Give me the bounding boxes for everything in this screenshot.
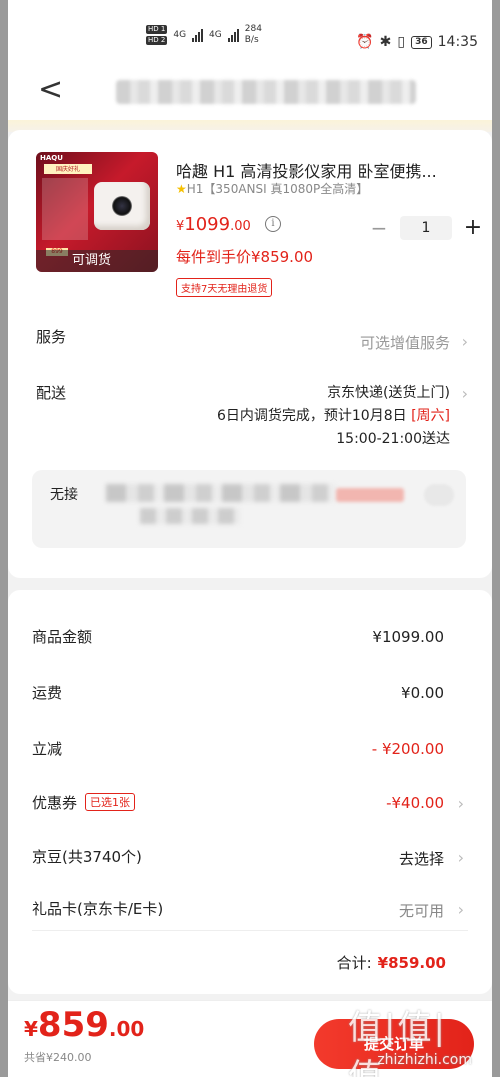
chevron-right-icon: › bbox=[461, 384, 468, 403]
bluetooth-icon: ✱ bbox=[379, 34, 392, 50]
hd1-badge: HD 1 bbox=[146, 25, 168, 34]
network-label-2: 4G bbox=[209, 30, 222, 40]
product-spec: ★H1【350ANSI 真1080P全高清】 bbox=[176, 180, 368, 197]
shipping-value: ¥0.00 bbox=[401, 684, 444, 702]
chevron-right-icon: › bbox=[457, 900, 464, 919]
signal-2-icon bbox=[227, 28, 239, 42]
price-decimal: .00 bbox=[230, 219, 251, 234]
payable-price: ¥859.00 bbox=[24, 1005, 144, 1045]
thumbnail-tagline: 国庆好礼 bbox=[44, 164, 92, 174]
quantity-stepper: − 1 + bbox=[368, 216, 484, 240]
goods-amount-label: 商品金额 bbox=[32, 628, 93, 646]
payable-integer: 859 bbox=[37, 1005, 109, 1045]
quantity-value[interactable]: 1 bbox=[400, 216, 452, 240]
product-price: ¥1099.00 bbox=[176, 214, 251, 235]
address-blurred[interactable] bbox=[116, 80, 416, 104]
gift-card-label: 礼品卡(京东卡/E卡) bbox=[32, 900, 164, 918]
delivery-label: 配送 bbox=[36, 384, 67, 402]
chevron-right-icon: › bbox=[457, 848, 464, 867]
contactless-label: 无接 bbox=[50, 487, 78, 503]
battery-icon: 36 bbox=[411, 35, 432, 49]
vibrate-icon: ▯ bbox=[397, 34, 406, 50]
status-bar: HD 1 HD 2 4G 4G 284 B/s ⏰ ✱ ▯ 36 14:35 bbox=[8, 0, 492, 60]
unit-final-price: 每件到手价¥859.00 bbox=[176, 248, 314, 266]
blurred-tag bbox=[336, 488, 404, 502]
discount-row: 立减 - ¥200.00 bbox=[8, 738, 492, 768]
status-right: ⏰ ✱ ▯ 36 14:35 bbox=[356, 34, 478, 50]
total-value: ¥859.00 bbox=[377, 954, 446, 972]
star-icon: ★ bbox=[176, 182, 187, 196]
blurred-text bbox=[140, 508, 240, 524]
delivery-eta-text: 6日内调货完成，预计10月8日 bbox=[216, 408, 407, 424]
total-saved: 共省¥240.00 bbox=[24, 1051, 92, 1064]
chevron-right-icon: › bbox=[457, 794, 464, 813]
speed-unit: B/s bbox=[244, 35, 259, 45]
discount-label: 立减 bbox=[32, 740, 63, 758]
chevron-left-icon[interactable]: < bbox=[38, 72, 63, 107]
network-label-1: 4G bbox=[173, 30, 187, 40]
coupon-label-group: 优惠券 已选1张 bbox=[32, 792, 136, 813]
transfer-label: 可调货 bbox=[36, 250, 158, 272]
delivery-row[interactable]: 配送 京东快递(送货上门) 6日内调货完成，预计10月8日 [周六] 15:00… bbox=[8, 378, 492, 458]
submit-order-button[interactable]: 提交订单 bbox=[314, 1019, 474, 1069]
goods-amount-value: ¥1099.00 bbox=[372, 628, 444, 646]
coupon-value: -¥40.00 bbox=[386, 794, 444, 812]
gift-card-row[interactable]: 礼品卡(京东卡/E卡) 无可用 › bbox=[8, 898, 492, 928]
shipping-label: 运费 bbox=[32, 684, 63, 702]
divider bbox=[32, 930, 468, 931]
cost-breakdown: 商品金额 ¥1099.00 运费 ¥0.00 立减 - ¥200.00 优惠券已… bbox=[8, 590, 492, 994]
quantity-minus-button[interactable]: − bbox=[368, 218, 390, 238]
return-policy-badge: 支持7天无理由退货 bbox=[176, 278, 273, 297]
service-label: 服务 bbox=[36, 328, 67, 346]
delivery-weekday: [周六] bbox=[411, 408, 450, 424]
network-speed: 284 B/s bbox=[245, 24, 262, 46]
delivery-method: 京东快递(送货上门) bbox=[327, 385, 450, 401]
jd-bean-label: 京豆(共3740个) bbox=[32, 848, 142, 866]
service-value: 可选增值服务 bbox=[359, 334, 450, 352]
product-card: HAQU 国庆好礼 899 可调货 哈趣 H1 高清投影仪家用 卧室便携... … bbox=[8, 130, 492, 578]
chevron-right-icon: › bbox=[461, 332, 468, 351]
shipping-row: 运费 ¥0.00 bbox=[8, 682, 492, 712]
payable-currency: ¥ bbox=[24, 1017, 38, 1041]
status-left: HD 1 HD 2 4G 4G 284 B/s bbox=[146, 24, 262, 46]
clock: 14:35 bbox=[437, 34, 478, 50]
contactless-toggle[interactable] bbox=[424, 484, 454, 506]
hd-indicators: HD 1 HD 2 bbox=[146, 25, 168, 45]
info-icon[interactable]: i bbox=[265, 216, 281, 232]
product-title[interactable]: 哈趣 H1 高清投影仪家用 卧室便携... bbox=[176, 158, 466, 182]
service-row[interactable]: 服务 可选增值服务 › bbox=[8, 324, 492, 354]
jd-bean-value: 去选择 bbox=[398, 850, 444, 868]
thumbnail-feature-list bbox=[42, 178, 88, 240]
hd2-badge: HD 2 bbox=[146, 36, 168, 45]
projector-image bbox=[94, 182, 150, 230]
total-label: 合计: bbox=[336, 954, 372, 972]
coupon-label: 优惠券 bbox=[32, 794, 78, 812]
delivery-eta: 6日内调货完成，预计10月8日 [周六] bbox=[217, 405, 450, 428]
payable-decimal: .00 bbox=[108, 1017, 145, 1041]
gift-card-value: 无可用 bbox=[398, 902, 444, 920]
nav-bar: < bbox=[8, 60, 492, 120]
signal-1-icon bbox=[192, 28, 204, 42]
alarm-icon: ⏰ bbox=[356, 34, 374, 50]
brand-logo: HAQU bbox=[40, 154, 63, 162]
contactless-delivery-box: 无接 bbox=[32, 470, 466, 548]
discount-value: - ¥200.00 bbox=[371, 740, 444, 758]
goods-amount-row: 商品金额 ¥1099.00 bbox=[8, 626, 492, 656]
price-integer: 1099 bbox=[184, 214, 231, 235]
blurred-text bbox=[106, 484, 336, 502]
delivery-info: 京东快递(送货上门) 6日内调货完成，预计10月8日 [周六] 15:00-21… bbox=[217, 382, 450, 451]
product-thumbnail[interactable]: HAQU 国庆好礼 899 可调货 bbox=[36, 152, 158, 272]
jd-bean-row[interactable]: 京豆(共3740个) 去选择 › bbox=[8, 846, 492, 876]
speed-value: 284 bbox=[244, 24, 262, 34]
coupon-selected-badge: 已选1张 bbox=[85, 793, 136, 811]
product-spec-text: H1【350ANSI 真1080P全高清】 bbox=[186, 182, 369, 196]
order-confirm-screen: HD 1 HD 2 4G 4G 284 B/s ⏰ ✱ ▯ 36 14:35 < bbox=[8, 0, 492, 1077]
quantity-plus-button[interactable]: + bbox=[462, 217, 484, 239]
order-total: 合计: ¥859.00 bbox=[337, 952, 446, 973]
delivery-time-window: 15:00-21:00送达 bbox=[336, 431, 450, 447]
coupon-row[interactable]: 优惠券 已选1张 -¥40.00 › bbox=[8, 792, 492, 822]
checkout-bar: ¥859.00 共省¥240.00 提交订单 bbox=[8, 1000, 492, 1077]
